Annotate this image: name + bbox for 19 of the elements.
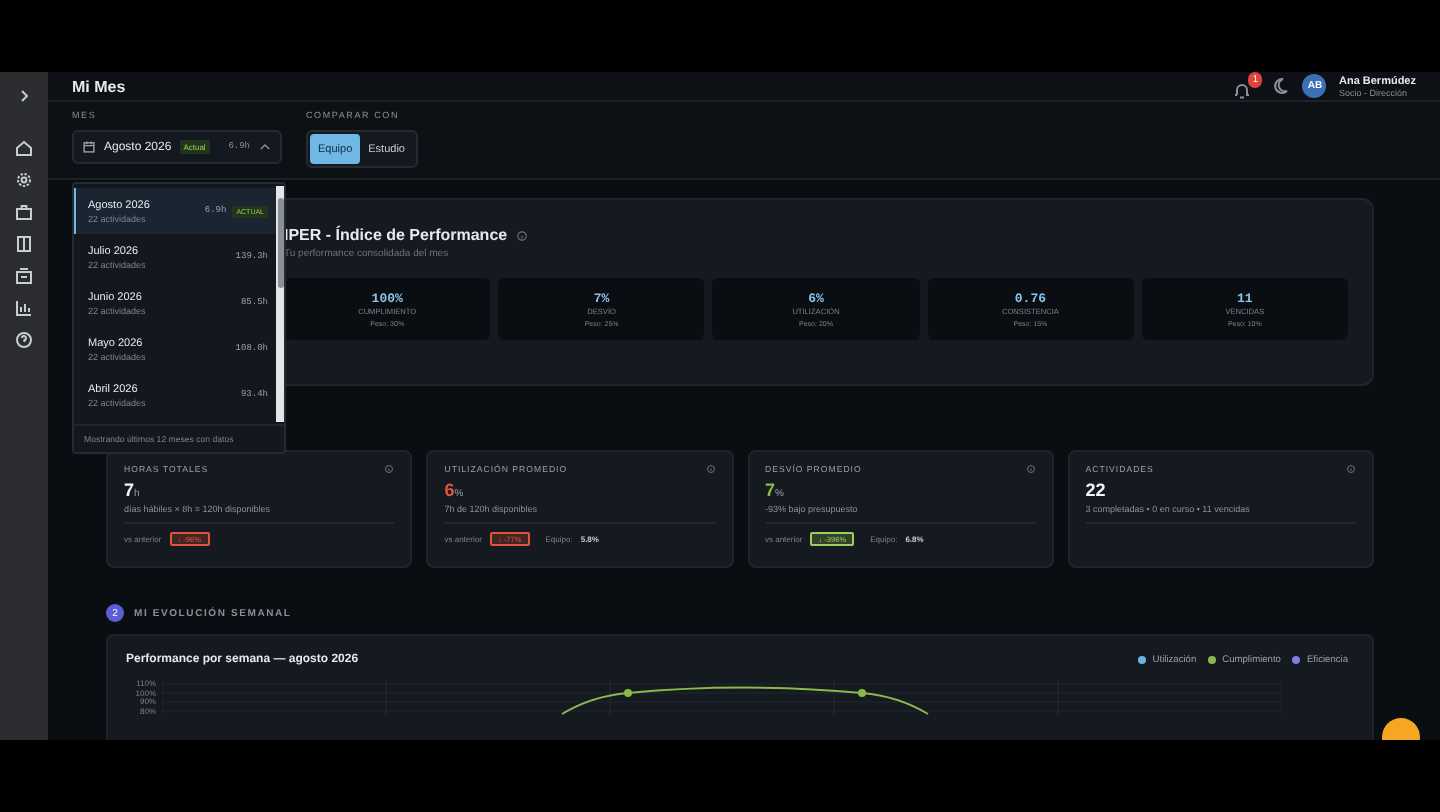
bell-icon[interactable] [1232,80,1253,100]
home-icon[interactable] [14,138,34,158]
kpi-value: 22 [1085,480,1108,500]
briefcase-icon[interactable] [14,202,34,222]
settings-icon[interactable] [14,170,34,190]
bar-chart-icon[interactable] [14,298,34,318]
scroll-thumb[interactable] [277,198,283,288]
info-icon [1025,464,1036,474]
calendar-icon [82,140,96,154]
building-icon[interactable] [14,266,34,286]
info-icon [515,229,528,241]
help-icon[interactable] [14,330,34,350]
moon-icon[interactable] [1270,76,1291,96]
info-icon [705,464,715,474]
info-icon [384,464,395,474]
info-icon [1346,464,1356,474]
page-title: Mi Mes [72,77,126,95]
book-icon[interactable] [14,234,34,254]
scrollbar[interactable] [276,186,284,422]
